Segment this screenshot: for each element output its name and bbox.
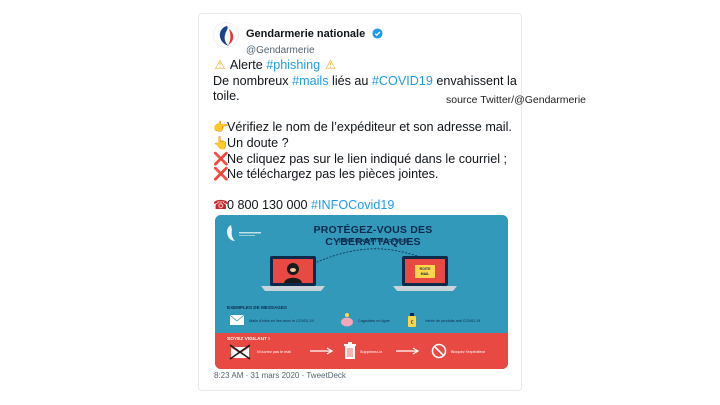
gendarmerie-logo-icon <box>227 225 261 241</box>
tweet-card: Gendarmerie nationale @Gendarmerie ⚠ Ale… <box>198 13 522 391</box>
svg-text:€: € <box>411 320 414 326</box>
tweet-timestamp[interactable]: 8:23 AM · 31 mars 2020 · TweetDeck <box>214 371 346 380</box>
tweet-text: ⚠ Alerte #phishing ⚠ De nombreux #mails … <box>213 58 517 214</box>
example-3: Vente de produits anti COVID-19 <box>425 319 481 323</box>
arrow-right-icon <box>310 347 334 355</box>
trash-icon <box>344 342 356 359</box>
gendarmerie-logo-icon <box>219 26 234 46</box>
phone-number: 0 800 130 000 <box>227 198 312 213</box>
block-icon <box>431 343 447 359</box>
text-line-7: ❌Ne cliquez pas sur le lien indiqué dans… <box>213 152 513 168</box>
crossed-envelope-icon <box>229 344 251 360</box>
alert-text: Alerte <box>229 58 267 72</box>
text-line-2: De nombreux #mails liés au #COVID19 enva… <box>213 73 517 90</box>
user-handle[interactable]: @Gendarmerie <box>246 45 383 56</box>
action-3: Bloquez l'expéditeur <box>451 350 486 354</box>
mail-sign-line1: ROITE <box>420 267 432 271</box>
display-name[interactable]: Gendarmerie nationale <box>246 28 365 40</box>
hashtag-infocovid19[interactable]: #INFOCovid19 <box>311 198 394 212</box>
examples-title: EXEMPLES DE MESSAGES <box>227 305 287 310</box>
text-line-10: ☎0 800 130 000 #INFOCovid19 <box>213 198 513 214</box>
tweet-author: Gendarmerie nationale @Gendarmerie <box>246 24 383 56</box>
text-line-6: 👆Un doute ? <box>213 136 513 152</box>
envelope-icon <box>229 314 245 325</box>
hashtag-phishing[interactable]: #phishing <box>266 58 320 72</box>
piggy-bank-icon <box>341 313 353 327</box>
hacker-laptop-icon <box>261 256 325 291</box>
text-segment: envahissent la <box>432 73 517 88</box>
vigilant-title: SOYEZ VIGILANT ! <box>227 337 270 342</box>
text-segment: Vérifiez le nom de l’expéditeur et son a… <box>227 120 512 135</box>
text-line-8: ❌Ne téléchargez pas les pièces jointes. <box>213 167 513 183</box>
text-segment: Ne téléchargez pas les pièces jointes. <box>227 167 439 182</box>
example-1: Mails d'infos en lien avec le COVID-19 <box>249 319 314 323</box>
tweet-image-infographic[interactable]: PROTÉGEZ-VOUS DES CYBERATTAQUES (MÊME PE… <box>215 215 508 369</box>
verified-badge-icon <box>372 26 383 44</box>
infographic-vigilance-panel: SOYEZ VIGILANT ! N'ouvrez pas le mail Su… <box>215 333 508 369</box>
cross-mark-icon: ❌ <box>213 151 229 166</box>
cross-mark-icon: ❌ <box>213 167 229 182</box>
telephone-icon: ☎ <box>213 198 229 213</box>
text-segment: Un doute ? <box>227 135 289 150</box>
point-up-icon: 👆 <box>213 135 229 150</box>
warning-icon: ⚠ <box>214 58 226 72</box>
mail-sign-line2: MAIL <box>421 272 431 276</box>
warning-icon: ⚠ <box>324 58 337 72</box>
tweet-header: Gendarmerie nationale @Gendarmerie <box>213 22 503 56</box>
hashtag-covid19[interactable]: #COVID19 <box>372 74 433 88</box>
text-segment: De nombreux <box>213 73 293 88</box>
text-line-1: ⚠ Alerte #phishing ⚠ <box>213 58 513 74</box>
action-1: N'ouvrez pas le mail <box>257 350 292 354</box>
avatar[interactable] <box>213 22 239 48</box>
source-caption: source Twitter/@Gendarmerie <box>446 94 587 106</box>
hashtag-mails[interactable]: #mails <box>292 74 328 88</box>
example-2: Cagnottes en ligne <box>358 319 390 323</box>
text-segment: Ne cliquez pas sur le lien indiqué dans … <box>227 151 508 166</box>
pointing-hand-icon: 👉 <box>213 120 229 135</box>
action-2: Supprimez-le <box>360 350 383 354</box>
arrow-right-icon <box>396 347 420 355</box>
bottle-icon: € <box>408 313 416 327</box>
text-line-5: 👉Vérifiez le nom de l’expéditeur et son … <box>213 120 513 136</box>
infographic-subtitle: (MÊME PENDANT LE COVID-19) <box>338 238 408 243</box>
text-segment: liés au <box>328 73 372 88</box>
infographic-illustration: ROITE MAIL <box>261 248 457 291</box>
